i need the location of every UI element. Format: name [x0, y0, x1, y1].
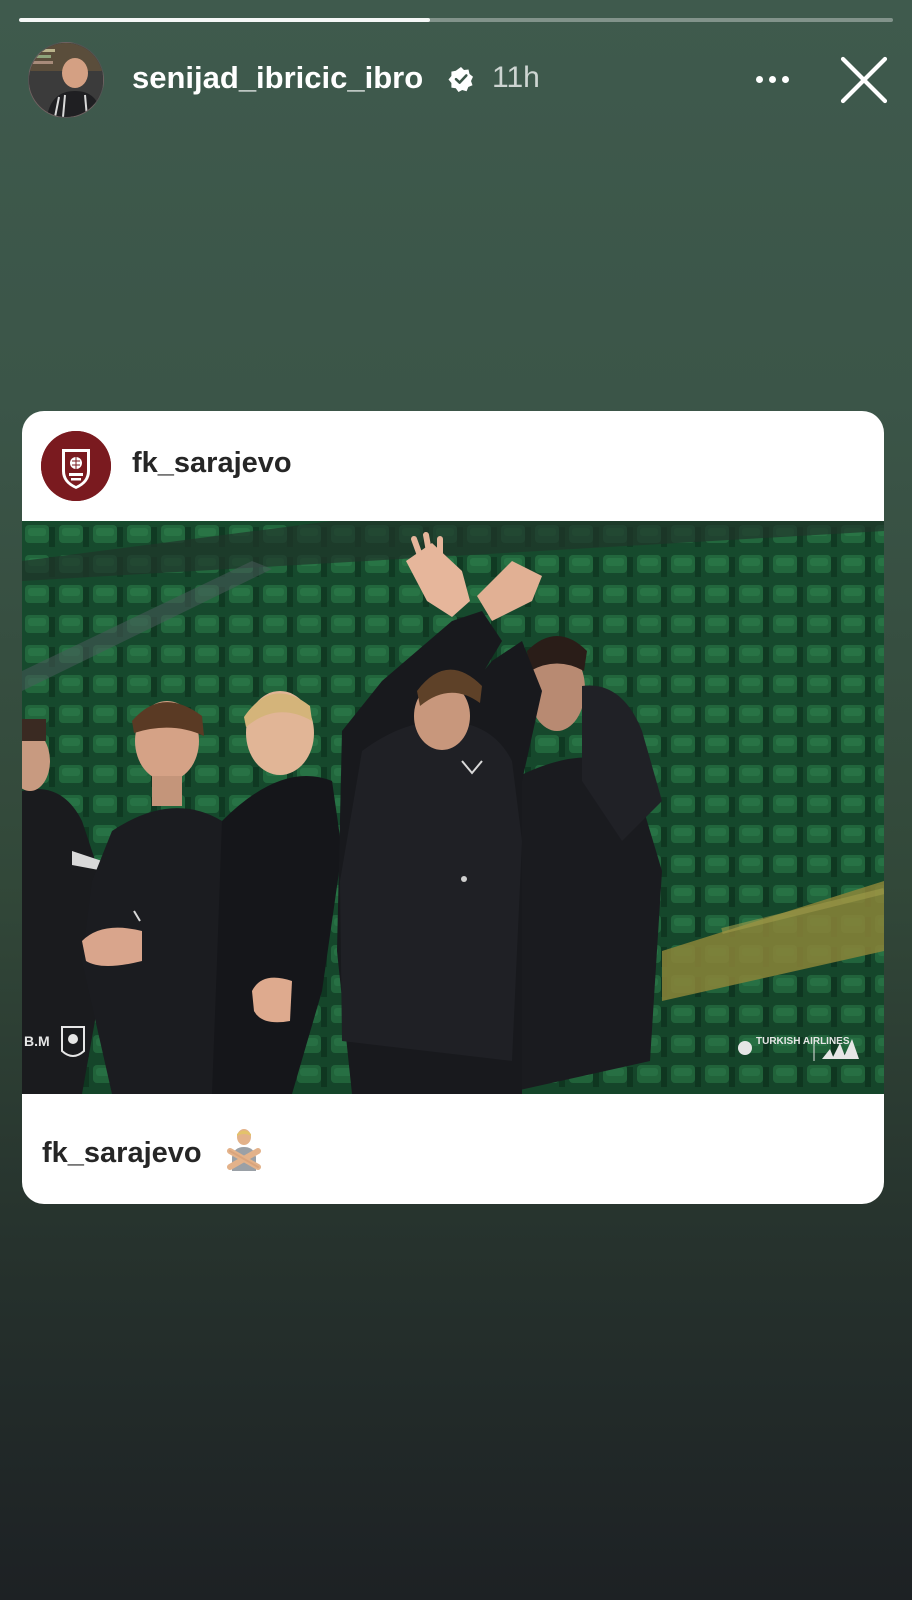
story-progress-fill: [19, 18, 430, 22]
more-options-button[interactable]: [748, 62, 796, 96]
turkish-airlines-logo-icon: [738, 1041, 752, 1055]
photo-watermark-left: B.M: [24, 1033, 50, 1049]
verified-badge-icon: [448, 67, 473, 92]
story-progress-bar: [19, 18, 893, 22]
sponsor-watermark: TURKISH AIRLINES: [756, 1036, 850, 1047]
shared-post-card[interactable]: fk_sarajevo B.M TURKISH AIRLINES fk_sara…: [22, 411, 884, 1204]
post-photo[interactable]: B.M TURKISH AIRLINES: [22, 521, 884, 1094]
fk-sarajevo-logo[interactable]: [41, 431, 111, 501]
person-gesturing-no-emoji-icon: [227, 1129, 261, 1171]
story-username[interactable]: senijad_ibricic_ibro: [132, 60, 423, 96]
post-header: fk_sarajevo: [22, 411, 884, 521]
post-username[interactable]: fk_sarajevo: [132, 447, 292, 480]
post-caption-username[interactable]: fk_sarajevo: [42, 1137, 202, 1170]
story-timestamp: 11h: [492, 61, 540, 94]
story-header: senijad_ibricic_ibro 11h: [0, 40, 912, 120]
more-horizontal-icon: [755, 75, 763, 83]
close-icon[interactable]: [838, 54, 890, 106]
profile-avatar[interactable]: [28, 42, 104, 118]
